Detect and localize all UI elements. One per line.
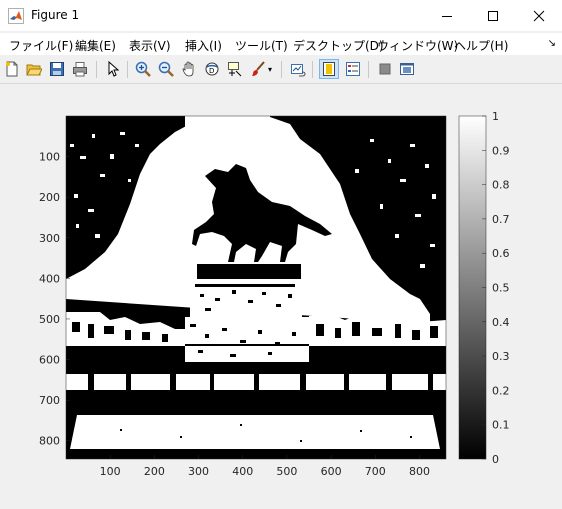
colorbar-gradient — [458, 115, 487, 460]
close-icon — [533, 10, 545, 21]
new-figure-icon — [6, 61, 18, 77]
show-plot-tools-button[interactable] — [398, 60, 416, 78]
colorbar-tick-label: 0.1 — [492, 419, 510, 432]
maximize-button[interactable] — [470, 0, 516, 31]
chevron-down-icon: ▾ — [267, 64, 272, 74]
zoom-out-icon — [158, 61, 174, 77]
y-tick-label: 700 — [39, 394, 60, 407]
colorbar-tick-label: 0.6 — [492, 247, 510, 260]
x-tick-label: 400 — [232, 465, 253, 478]
colorbar-tick-label: 0.2 — [492, 384, 510, 397]
zoom-out-button[interactable] — [157, 60, 175, 78]
new-figure-button[interactable] — [3, 60, 21, 78]
rotate-3d-icon: D — [205, 62, 219, 76]
colorbar-tick-label: 0.7 — [492, 213, 510, 226]
y-tick-label: 800 — [39, 435, 60, 448]
rotate-3d-button[interactable]: D — [203, 60, 221, 78]
link-plot-button[interactable] — [289, 60, 307, 78]
menu-help[interactable]: ヘルプ(H) — [454, 37, 508, 54]
data-cursor-button[interactable] — [226, 60, 244, 78]
maximize-icon — [488, 10, 498, 21]
menu-edit[interactable]: 編集(E) — [75, 37, 116, 54]
toolbar-separator — [127, 61, 128, 78]
open-file-icon — [26, 64, 42, 76]
edit-plot-arrow-icon — [108, 61, 120, 77]
menu-view[interactable]: 表示(V) — [129, 37, 171, 54]
zoom-in-icon — [135, 61, 151, 77]
hide-plot-tools-button[interactable] — [376, 60, 394, 78]
save-icon — [50, 62, 64, 76]
y-tick-label: 400 — [39, 272, 60, 285]
figure-canvas: 100 200 300 400 500 600 700 800 100 200 300 400 500… — [0, 84, 562, 506]
menu-desktop[interactable]: デスクトップ(D) — [293, 37, 384, 54]
menu-window[interactable]: ウィンドウ(W) — [377, 37, 458, 54]
menu-insert[interactable]: 挿入(I) — [185, 37, 222, 54]
pedestal-top — [197, 264, 301, 279]
axes-svg: 100 200 300 400 500 600 700 800 100 200 300 400 500… — [39, 110, 510, 478]
print-icon — [73, 62, 87, 77]
colorbar-tick-label: 0.9 — [492, 144, 510, 157]
y-tick-label: 100 — [39, 151, 60, 164]
minimize-icon — [442, 15, 452, 17]
colorbar-tick-label: 1 — [492, 110, 499, 123]
x-tick-label: 600 — [321, 465, 342, 478]
sky-top-region — [185, 116, 270, 144]
plaza-ground — [70, 415, 440, 449]
x-tick-label: 200 — [144, 465, 165, 478]
menu-tools[interactable]: ツール(T) — [235, 37, 288, 54]
y-axis: 100 200 300 400 500 600 700 800 — [39, 151, 70, 448]
y-tick-label: 600 — [39, 354, 60, 367]
close-button[interactable] — [516, 0, 562, 31]
brush-icon — [252, 61, 265, 76]
save-button[interactable] — [48, 60, 66, 78]
legend-icon — [346, 62, 360, 76]
toolbar-separator — [96, 61, 97, 78]
toolbar-separator — [368, 61, 369, 78]
y-tick-label: 500 — [39, 313, 60, 326]
toolbar-separator — [312, 61, 313, 78]
zoom-in-button[interactable] — [134, 60, 152, 78]
pan-hand-icon — [182, 61, 194, 77]
colorbar-tick-label: 0.4 — [492, 316, 510, 329]
image-axes[interactable] — [65, 115, 447, 460]
open-file-button[interactable] — [25, 60, 43, 78]
pedestal-lower — [185, 317, 309, 362]
brush-dropdown[interactable]: ▾ — [265, 60, 275, 78]
colorbar-tick-label: 0.3 — [492, 350, 510, 363]
insert-legend-button[interactable] — [344, 60, 362, 78]
menu-file[interactable]: ファイル(F) — [9, 37, 73, 54]
y-tick-label: 300 — [39, 232, 60, 245]
colorbar-tick-label: 0.5 — [492, 282, 510, 295]
colorbar[interactable]: 0 0.1 0.2 0.3 0.4 0.5 0.6 0.7 0.8 0.9 1 — [458, 110, 510, 466]
x-tick-label: 300 — [188, 465, 209, 478]
colorbar-tick-label: 0.8 — [492, 179, 510, 192]
pan-button[interactable] — [180, 60, 198, 78]
print-button[interactable] — [71, 60, 89, 78]
matlab-logo-icon — [8, 8, 24, 24]
title-bar: Figure 1 — [0, 0, 562, 31]
data-cursor-icon — [228, 62, 242, 77]
y-tick-label: 200 — [39, 191, 60, 204]
dock-arrow-icon[interactable]: ↘ — [548, 38, 556, 49]
hide-plot-tools-icon — [379, 63, 391, 75]
show-plot-tools-icon — [400, 63, 414, 75]
figure-toolbar: D ▾ — [0, 56, 562, 84]
x-tick-label: 700 — [365, 465, 386, 478]
svg-text:D: D — [209, 67, 214, 75]
menu-bar: ファイル(F) 編集(E) 表示(V) 挿入(I) ツール(T) デスクトップ(… — [0, 33, 562, 55]
x-tick-label: 500 — [276, 465, 297, 478]
edit-plot-button[interactable] — [104, 60, 122, 78]
toolbar-separator — [281, 61, 282, 78]
colorbar-tick-label: 0 — [492, 453, 499, 466]
colorbar-icon — [323, 62, 335, 76]
minimize-button[interactable] — [424, 0, 470, 31]
window-title: Figure 1 — [31, 8, 80, 22]
insert-colorbar-button[interactable] — [319, 59, 339, 79]
link-plot-icon — [291, 64, 306, 77]
x-tick-label: 800 — [409, 465, 430, 478]
x-tick-label: 100 — [100, 465, 121, 478]
